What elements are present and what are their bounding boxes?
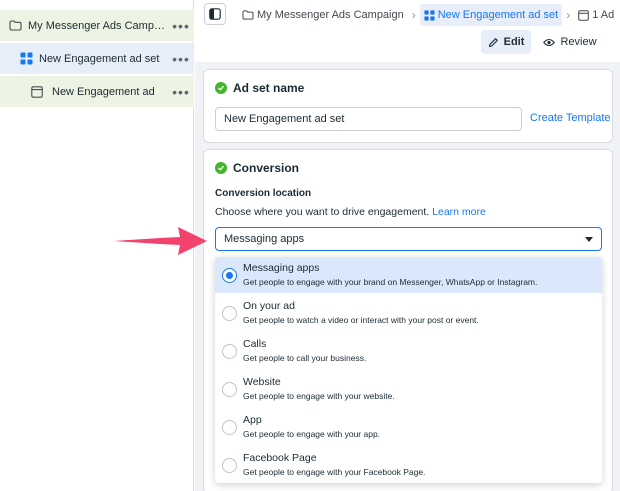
caret-down-icon <box>585 236 593 242</box>
option-title: Website <box>243 376 281 388</box>
radio-icon <box>222 306 237 321</box>
radio-icon <box>222 420 237 435</box>
adset-name-card: Ad set name New Engagement ad set Create… <box>203 69 613 143</box>
option-website[interactable]: Website Get people to engage with your w… <box>215 371 602 407</box>
breadcrumb-campaign[interactable]: My Messenger Ads Campaign <box>238 4 408 26</box>
grid-icon <box>424 9 435 21</box>
sidebar-item-adset[interactable]: New Engagement ad set ••• <box>0 43 194 75</box>
radio-icon <box>222 458 237 473</box>
option-title: On your ad <box>243 300 295 312</box>
conversion-description-text: Choose where you want to drive engagemen… <box>215 206 430 218</box>
eye-icon <box>543 38 556 46</box>
edit-button[interactable]: Edit <box>481 30 531 54</box>
edit-button-label: Edit <box>503 36 525 48</box>
pencil-icon <box>488 37 498 47</box>
option-title: Facebook Page <box>243 452 317 464</box>
conversion-description: Choose where you want to drive engagemen… <box>215 206 486 218</box>
conversion-location-select[interactable]: Messaging apps <box>215 227 602 251</box>
checkmark-icon <box>215 82 227 94</box>
sidebar-item-label: New Engagement ad <box>52 85 155 98</box>
sidebar-toggle-icon <box>209 8 221 20</box>
breadcrumb: My Messenger Ads Campaign › New Engageme… <box>238 4 618 26</box>
chevron-right-icon: › <box>411 8 416 22</box>
chevron-right-icon: › <box>566 8 571 22</box>
option-description: Get people to watch a video or interact … <box>243 315 479 325</box>
option-messaging-apps[interactable]: Messaging apps Get people to engage with… <box>215 257 602 293</box>
breadcrumb-ad[interactable]: 1 Ad <box>574 4 618 26</box>
option-title: Calls <box>243 338 267 350</box>
breadcrumb-adset[interactable]: New Engagement ad set <box>419 4 563 26</box>
review-button[interactable]: Review <box>540 30 600 54</box>
option-title: App <box>243 414 262 426</box>
option-description: Get people to engage with your website. <box>243 391 395 401</box>
select-value: Messaging apps <box>224 233 305 245</box>
panel-toggle-button[interactable] <box>204 3 226 25</box>
top-bar: My Messenger Ads Campaign › New Engageme… <box>195 0 620 62</box>
conversion-title: Conversion <box>215 161 299 175</box>
learn-more-link[interactable]: Learn more <box>432 206 486 218</box>
conversion-location-label: Conversion location <box>215 188 312 199</box>
adset-name-title: Ad set name <box>215 81 304 95</box>
more-options-icon[interactable]: ••• <box>168 84 194 100</box>
radio-selected-icon <box>222 268 237 283</box>
conversion-location-dropdown: Messaging apps Get people to engage with… <box>215 257 602 483</box>
option-description: Get people to call your business. <box>243 353 367 363</box>
option-title: Messaging apps <box>243 262 320 274</box>
review-button-label: Review <box>560 36 597 48</box>
option-description: Get people to engage with your Facebook … <box>243 467 426 477</box>
conversion-card: Conversion Conversion location Choose wh… <box>203 149 613 491</box>
breadcrumb-label: 1 Ad <box>592 9 615 21</box>
folder-icon <box>242 10 254 20</box>
sidebar-item-label: My Messenger Ads Campaign <box>28 19 168 32</box>
main-panel: My Messenger Ads Campaign › New Engageme… <box>195 0 620 491</box>
breadcrumb-label: My Messenger Ads Campaign <box>257 9 404 21</box>
option-facebook-page[interactable]: Facebook Page Get people to engage with … <box>215 447 602 483</box>
card-title-text: Ad set name <box>233 81 305 95</box>
card-title-text: Conversion <box>233 161 300 175</box>
ad-icon <box>30 85 44 99</box>
checkmark-icon <box>215 162 227 174</box>
grid-icon <box>19 52 33 66</box>
sidebar-item-ad[interactable]: New Engagement ad ••• <box>0 76 194 108</box>
option-calls[interactable]: Calls Get people to call your business. <box>215 333 602 369</box>
annotation-arrow-icon <box>114 227 207 255</box>
breadcrumb-label: New Engagement ad set <box>437 9 559 21</box>
radio-icon <box>222 382 237 397</box>
radio-icon <box>222 344 237 359</box>
sidebar-item-label: New Engagement ad set <box>39 52 160 65</box>
more-options-icon[interactable]: ••• <box>168 51 194 67</box>
adset-name-input[interactable]: New Engagement ad set <box>215 107 522 131</box>
option-app[interactable]: App Get people to engage with your app. <box>215 409 602 445</box>
ad-icon <box>578 9 589 21</box>
more-options-icon[interactable]: ••• <box>168 18 194 34</box>
option-description: Get people to engage with your app. <box>243 429 381 439</box>
create-template-link[interactable]: Create Template <box>530 112 611 124</box>
sidebar-item-campaign[interactable]: My Messenger Ads Campaign ••• <box>0 10 194 42</box>
option-description: Get people to engage with your brand on … <box>243 277 538 287</box>
folder-icon <box>8 19 22 33</box>
option-on-your-ad[interactable]: On your ad Get people to watch a video o… <box>215 295 602 331</box>
